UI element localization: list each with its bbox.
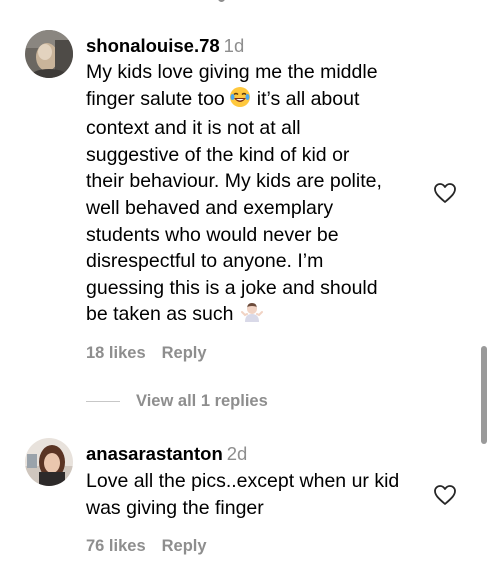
heart-icon[interactable] (433, 182, 457, 204)
comment-line: guessing this is a joke and should (86, 276, 378, 299)
comment-meta: 76 likes Reply (86, 536, 207, 556)
comment-header: anasarastanton 2d (86, 442, 247, 466)
avatar[interactable] (25, 438, 73, 486)
username[interactable]: anasarastanton (86, 443, 223, 464)
shrugging-woman-emoji (241, 301, 264, 331)
comment-line: Love all the pics..except when ur kid (86, 470, 400, 492)
laughing-tears-emoji (229, 86, 251, 116)
comment-age[interactable]: 2d (227, 443, 248, 464)
username[interactable]: shonalouise.78 (86, 35, 220, 56)
comment-line-text: be taken as such (86, 303, 234, 326)
comment-line: their behaviour. My kids are polite, (86, 170, 382, 193)
comment-meta: 18 likes Reply (86, 343, 207, 363)
comment-line: context and it is not at all (86, 117, 301, 140)
comment-line: disrespectful to anyone. I’m (86, 250, 324, 273)
avatar[interactable] (25, 30, 73, 78)
comment-line: was giving the finger (86, 496, 264, 519)
comment-line-text: it’s all about (256, 87, 360, 110)
comments-panel: shonalouise.78 1d My kids love giving me … (0, 0, 489, 561)
likes-count[interactable]: 18 likes (86, 344, 146, 362)
comment-line-text: finger salute too (86, 87, 225, 110)
comment-header: shonalouise.78 1d (86, 34, 244, 58)
scrollbar-thumb[interactable] (481, 346, 487, 444)
comment-line: finger salute too it’s all about (86, 86, 416, 116)
comment-line: students who would never be (86, 223, 339, 246)
comment-line: My kids love giving me the middle (86, 61, 378, 83)
comment-text: My kids love giving me the middle finger… (86, 59, 416, 331)
heart-icon[interactable] (433, 484, 457, 506)
reply-button[interactable]: Reply (162, 537, 207, 555)
replies-divider (86, 401, 120, 402)
view-replies-button[interactable]: View all 1 replies (86, 392, 268, 414)
view-replies-label[interactable]: View all 1 replies (136, 392, 268, 410)
likes-count[interactable]: 76 likes (86, 537, 146, 555)
comment-text: Love all the pics..except when ur kid wa… (86, 468, 416, 521)
comment-age[interactable]: 1d (224, 35, 245, 56)
reply-button[interactable]: Reply (162, 344, 207, 362)
comment-line: well behaved and exemplary (86, 196, 334, 219)
comment-line: be taken as such (86, 301, 416, 331)
previous-comment-fragment (218, 0, 225, 2)
comment-line: suggestive of the kind of kid or (86, 143, 350, 166)
